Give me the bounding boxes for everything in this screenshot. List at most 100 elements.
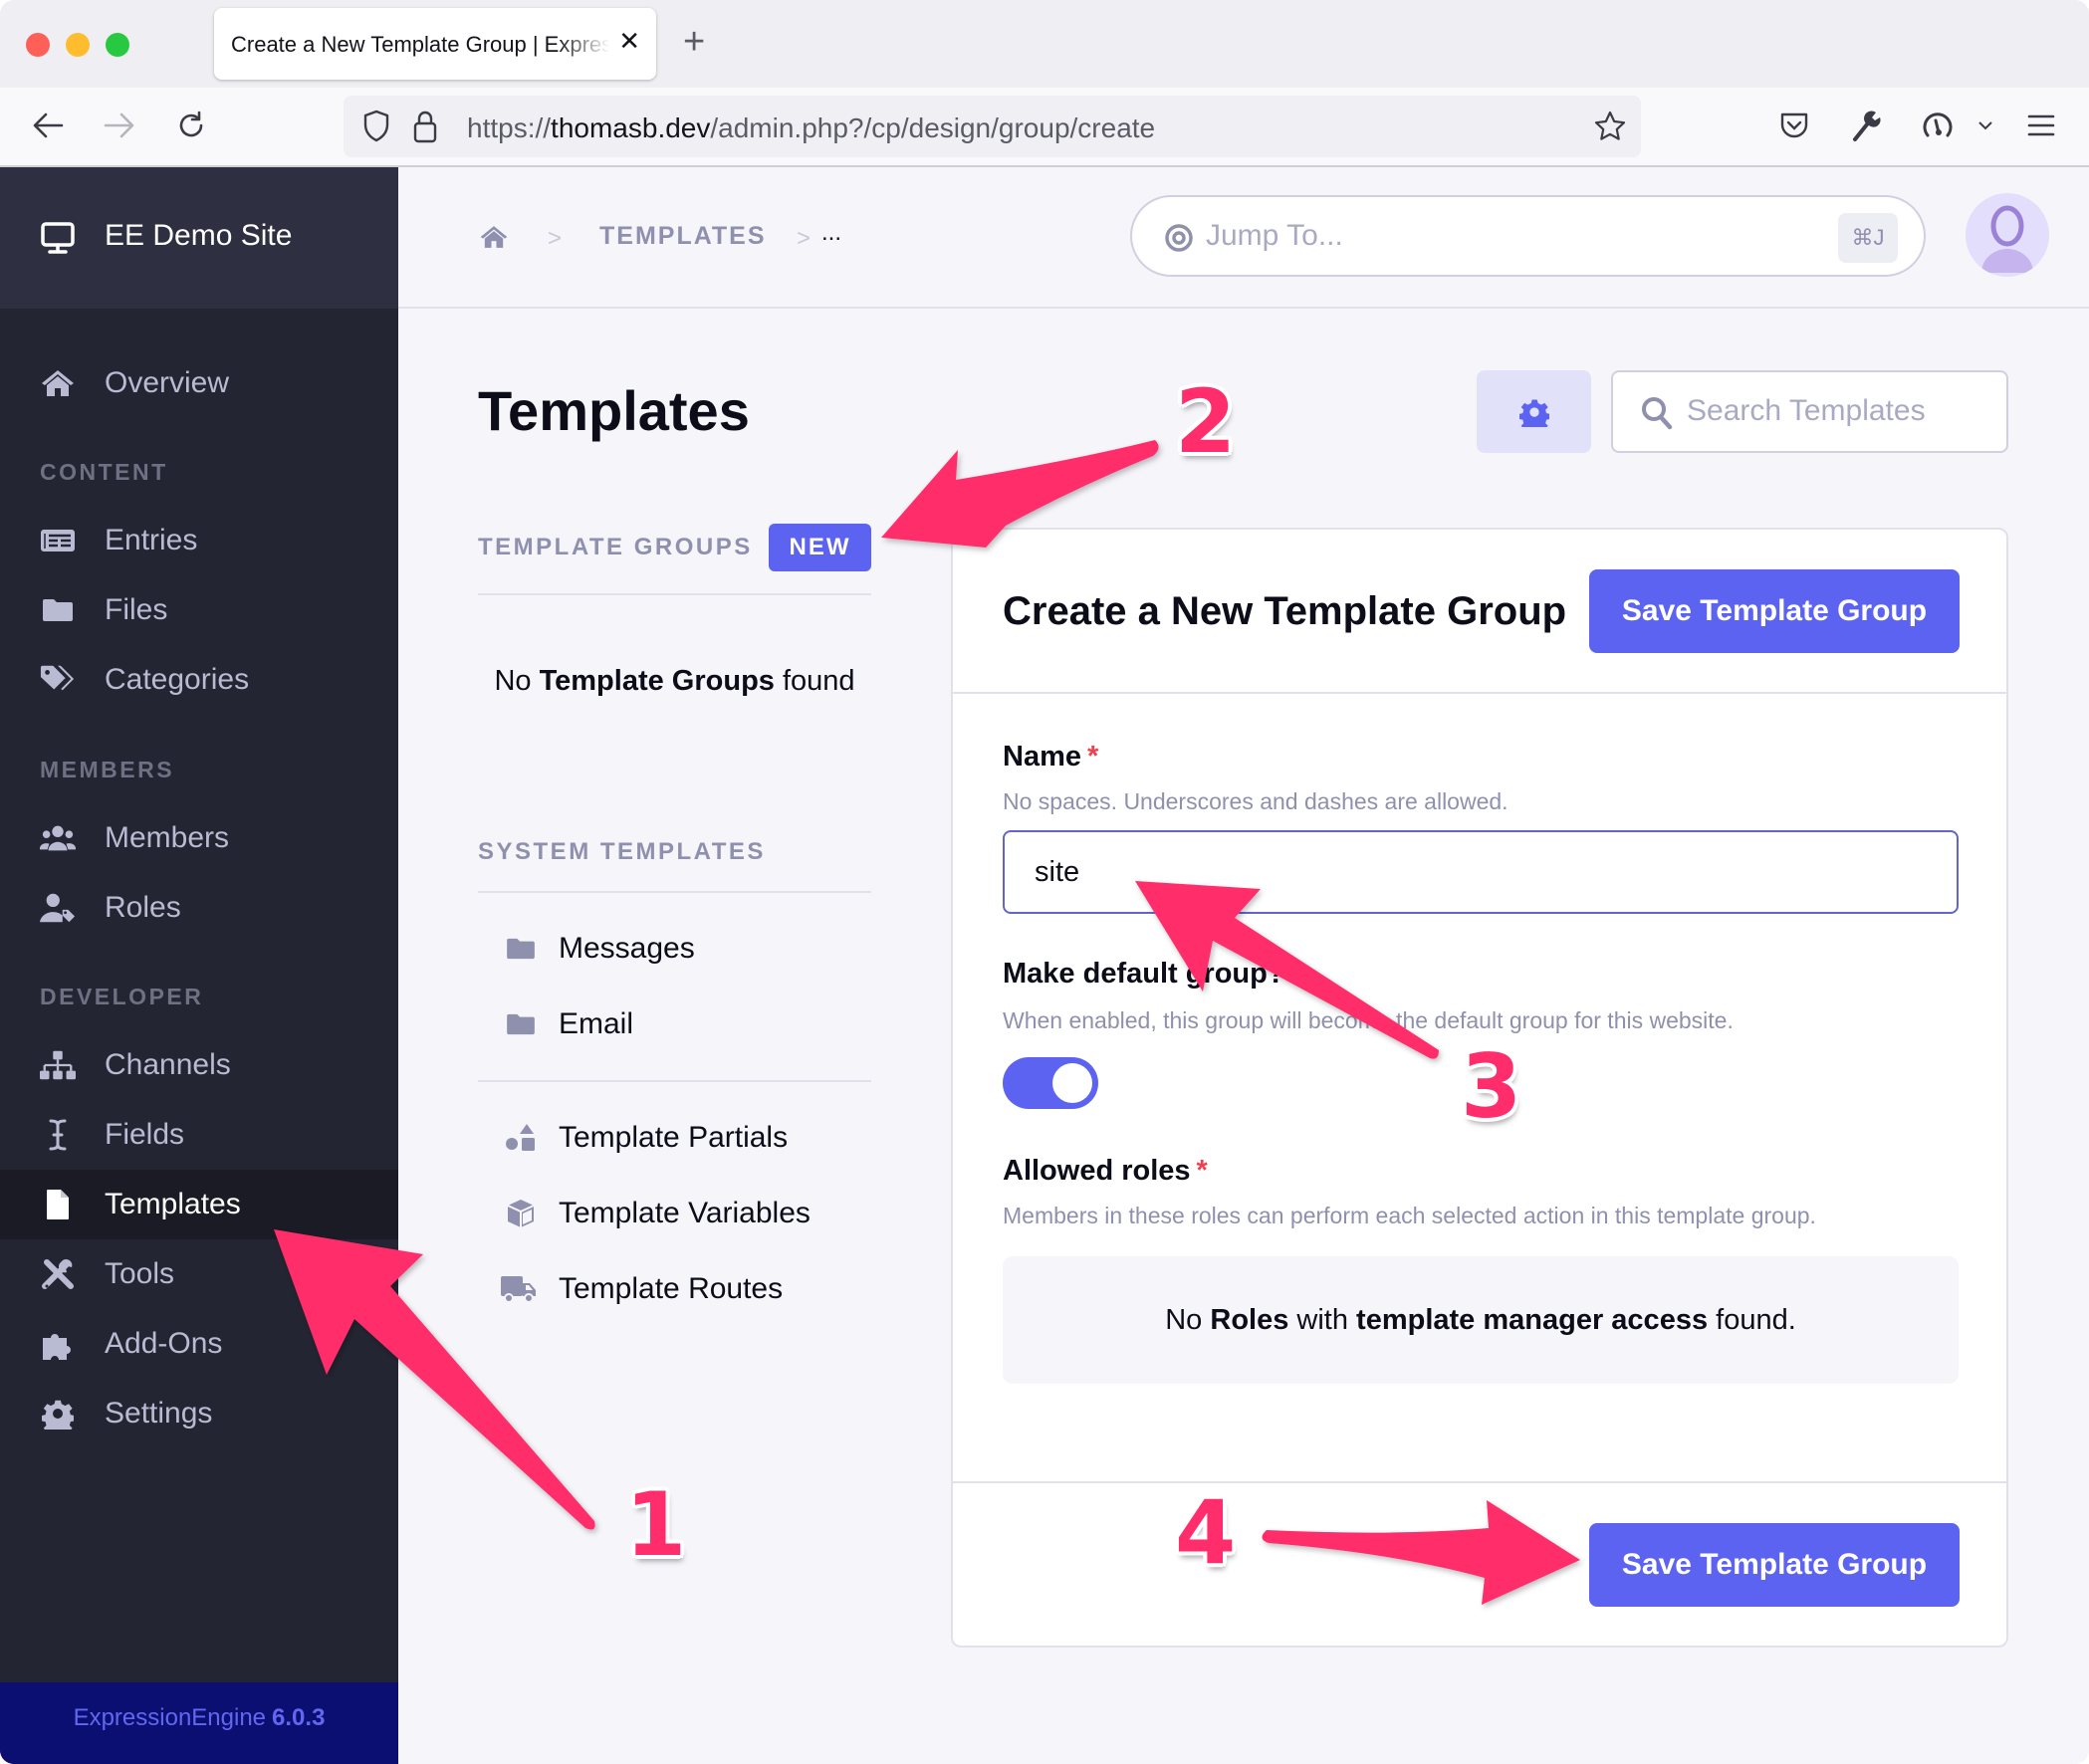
sidebar-item-add-ons[interactable]: Add-Ons <box>0 1309 398 1379</box>
template-routes-link[interactable]: Template Routes <box>501 1264 871 1314</box>
truck-icon <box>499 1274 539 1304</box>
users-icon <box>40 822 76 854</box>
user-tag-icon <box>40 892 76 924</box>
window-minimize-button[interactable] <box>66 33 90 57</box>
name-input[interactable] <box>1003 830 1959 914</box>
list-item-label: Template Routes <box>559 1272 784 1305</box>
sidebar-item-label: Categories <box>105 663 250 696</box>
arrow-left-icon <box>33 112 64 138</box>
url-path: /admin.php?/cp/design/group/create <box>710 112 1156 143</box>
sidebar-item-roles[interactable]: Roles <box>0 873 398 943</box>
chevron-down-icon <box>1978 121 1992 130</box>
sidebar-item-label: Roles <box>105 891 181 924</box>
target-icon <box>1165 224 1193 252</box>
hamburger-menu-icon <box>2027 114 2055 136</box>
shield-icon[interactable] <box>361 110 391 143</box>
site-name: EE Demo Site <box>105 219 293 252</box>
search-templates-input[interactable]: Search Templates <box>1611 370 2008 453</box>
jump-to-input[interactable]: Jump To... ⌘J <box>1130 195 1926 277</box>
divider <box>478 1080 871 1082</box>
sidebar-item-entries[interactable]: Entries <box>0 506 398 575</box>
list-item-label: Template Partials <box>559 1121 789 1154</box>
sidebar-item-label: Templates <box>105 1188 241 1220</box>
sidebar-section-members: MEMBERS <box>40 757 175 782</box>
keyboard-shortcut-badge: ⌘J <box>1838 213 1898 263</box>
jump-to-placeholder: Jump To... <box>1206 219 1343 252</box>
home-icon[interactable] <box>479 224 509 250</box>
performance-menu-button[interactable] <box>1966 104 2005 147</box>
annotation-step-2: 2 <box>1175 370 1237 473</box>
product-version: ExpressionEngine 6.0.3 <box>0 1682 398 1764</box>
template-settings-button[interactable] <box>1477 370 1591 453</box>
performance-button[interactable] <box>1916 104 1960 147</box>
save-template-group-button-top[interactable]: Save Template Group <box>1589 569 1960 653</box>
window-zoom-button[interactable] <box>106 33 129 57</box>
app-menu-button[interactable] <box>2019 104 2063 147</box>
template-variables-link[interactable]: Template Variables <box>503 1189 871 1238</box>
browser-tab[interactable]: Create a New Template Group | Expression… <box>214 8 656 80</box>
breadcrumb-separator: > <box>548 225 563 252</box>
sidebar-item-fields[interactable]: Fields <box>0 1100 398 1170</box>
system-template-email[interactable]: Email <box>503 999 871 1049</box>
required-marker: * <box>1087 741 1099 772</box>
search-placeholder: Search Templates <box>1687 394 1926 427</box>
empty-text: found <box>774 665 855 697</box>
sidebar-item-label: Entries <box>105 524 198 556</box>
star-icon[interactable] <box>1593 110 1627 143</box>
avatar[interactable] <box>1966 193 2049 277</box>
window-close-button[interactable] <box>26 33 50 57</box>
reload-button[interactable] <box>169 104 213 147</box>
make-default-toggle[interactable] <box>1003 1057 1098 1109</box>
pocket-button[interactable] <box>1772 104 1816 147</box>
sidebar-item-members[interactable]: Members <box>0 803 398 873</box>
sidebar-item-label: Settings <box>105 1397 213 1430</box>
sidebar-item-overview[interactable]: Overview <box>0 348 398 418</box>
sidebar-item-label: Overview <box>105 366 230 399</box>
sidebar-item-tools[interactable]: Tools <box>0 1239 398 1309</box>
empty-text-bold: template manager access <box>1356 1304 1709 1336</box>
cog-icon <box>1518 399 1549 427</box>
site-switcher[interactable]: EE Demo Site <box>0 167 398 309</box>
sidebar-item-templates[interactable]: Templates <box>0 1170 398 1239</box>
sidebar-item-label: Members <box>105 821 230 854</box>
devtools-button[interactable] <box>1844 104 1888 147</box>
sidebar-item-channels[interactable]: Channels <box>0 1030 398 1100</box>
toggle-knob <box>1052 1063 1092 1103</box>
page-title: Templates <box>478 379 750 442</box>
url-text[interactable]: https://thomasb.dev/admin.php?/cp/design… <box>467 112 1155 144</box>
breadcrumb-templates[interactable]: TEMPLATES <box>599 222 767 251</box>
allowed-roles-label: Allowed roles * <box>1003 1155 1208 1188</box>
sidebar-item-label: Add-Ons <box>105 1327 223 1360</box>
folder-icon <box>503 1009 539 1039</box>
home-icon <box>40 367 76 399</box>
tab-bar: Create a New Template Group | Expression… <box>0 0 2089 88</box>
new-template-group-button[interactable]: NEW <box>769 524 871 571</box>
sidebar-item-files[interactable]: Files <box>0 575 398 645</box>
navigation-toolbar: https://thomasb.dev/admin.php?/cp/design… <box>0 88 2089 167</box>
sidebar-section-developer: DEVELOPER <box>40 984 204 1009</box>
back-button[interactable] <box>26 104 70 147</box>
allowed-roles-description: Members in these roles can perform each … <box>1003 1203 1816 1228</box>
divider <box>953 1481 2006 1483</box>
new-tab-button[interactable]: + <box>683 22 705 62</box>
sidebar-item-settings[interactable]: Settings <box>0 1379 398 1448</box>
save-template-group-button-bottom[interactable]: Save Template Group <box>1589 1523 1960 1607</box>
sitemap-icon <box>40 1049 76 1081</box>
name-label: Name * <box>1003 741 1098 773</box>
tools-icon <box>40 1258 76 1290</box>
user-icon <box>1981 205 2033 273</box>
empty-text-bold: Roles <box>1210 1304 1289 1336</box>
name-label-text: Name <box>1003 741 1081 772</box>
forward-button[interactable] <box>98 104 141 147</box>
top-header: > TEMPLATES > ... Jump To... ⌘J <box>398 167 2089 309</box>
lock-icon[interactable] <box>413 110 437 143</box>
annotation-step-4: 4 <box>1175 1481 1237 1584</box>
sidebar-item-categories[interactable]: Categories <box>0 645 398 715</box>
close-icon[interactable]: ✕ <box>618 26 640 56</box>
sidebar: EE Demo Site Overview CONTENT Entries Fi… <box>0 167 398 1764</box>
system-template-messages[interactable]: Messages <box>503 924 871 974</box>
make-default-description: When enabled, this group will become the… <box>1003 1007 1734 1033</box>
template-partials-link[interactable]: Template Partials <box>503 1113 871 1163</box>
desktop-icon <box>41 222 75 254</box>
address-bar[interactable]: https://thomasb.dev/admin.php?/cp/design… <box>344 96 1641 157</box>
